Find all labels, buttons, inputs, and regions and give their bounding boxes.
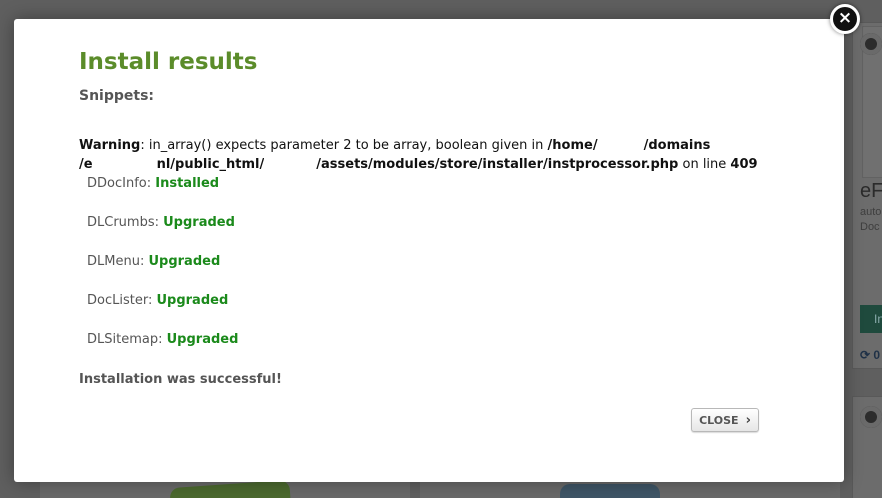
install-results-modal: Install results Snippets: Warning: in_ar… [14, 19, 844, 482]
github-icon [860, 33, 882, 55]
section-label: Snippets: [79, 88, 155, 104]
warning-line-text: on line [678, 157, 731, 172]
close-button[interactable]: CLOSE › [691, 408, 759, 432]
refresh-icon: ⟳ [860, 348, 871, 362]
result-item: DocLister: Upgraded [87, 293, 229, 308]
redacted-text [264, 157, 317, 172]
result-item: DLCrumbs: Upgraded [87, 215, 235, 230]
background-card-title: eF [860, 180, 882, 202]
result-status: Installed [155, 176, 220, 191]
php-warning: Warning: in_array() expects parameter 2 … [79, 136, 759, 174]
github-icon [860, 406, 882, 428]
result-status: Upgraded [148, 254, 221, 269]
result-name: DocLister [87, 293, 148, 308]
result-item: DLSitemap: Upgraded [87, 332, 239, 347]
close-button-label: CLOSE [699, 413, 739, 427]
result-status: Upgraded [156, 293, 229, 308]
modal-title: Install results [79, 49, 258, 75]
redacted-text [597, 138, 644, 153]
result-name: DLSitemap [87, 332, 159, 347]
result-item: DLMenu: Upgraded [87, 254, 221, 269]
warning-path: /e [79, 157, 93, 172]
warning-path: /assets/modules/store/installer/instproc… [316, 157, 679, 172]
chevron-right-icon: › [745, 412, 751, 428]
warning-line-number: 409 [730, 157, 758, 172]
background-card-image [560, 484, 660, 498]
warning-path: nl/public_html/ [156, 157, 265, 172]
result-name: DLCrumbs [87, 215, 155, 230]
warning-label: Warning [79, 138, 141, 153]
result-name: DLMenu [87, 254, 140, 269]
warning-path: /domains [643, 138, 711, 153]
background-card-stat: ⟳ 0 [860, 348, 880, 362]
success-message: Installation was successful! [79, 372, 282, 387]
result-status: Upgraded [163, 215, 235, 230]
warning-message: : in_array() expects parameter 2 to be a… [140, 138, 548, 153]
results-list: DDocInfo: Installed DLCrumbs: Upgraded D… [87, 176, 238, 371]
background-install-button: In [860, 305, 882, 333]
background-card-text: auto [860, 206, 882, 218]
close-icon[interactable]: × [830, 4, 860, 34]
background-card-stat-value: 0 [873, 348, 881, 362]
result-status: Upgraded [166, 332, 239, 347]
result-item: DDocInfo: Installed [87, 176, 220, 191]
redacted-text [92, 157, 157, 172]
background-card-text: Doc [860, 221, 880, 233]
result-name: DDocInfo [87, 176, 147, 191]
warning-path: /home/ [547, 138, 598, 153]
